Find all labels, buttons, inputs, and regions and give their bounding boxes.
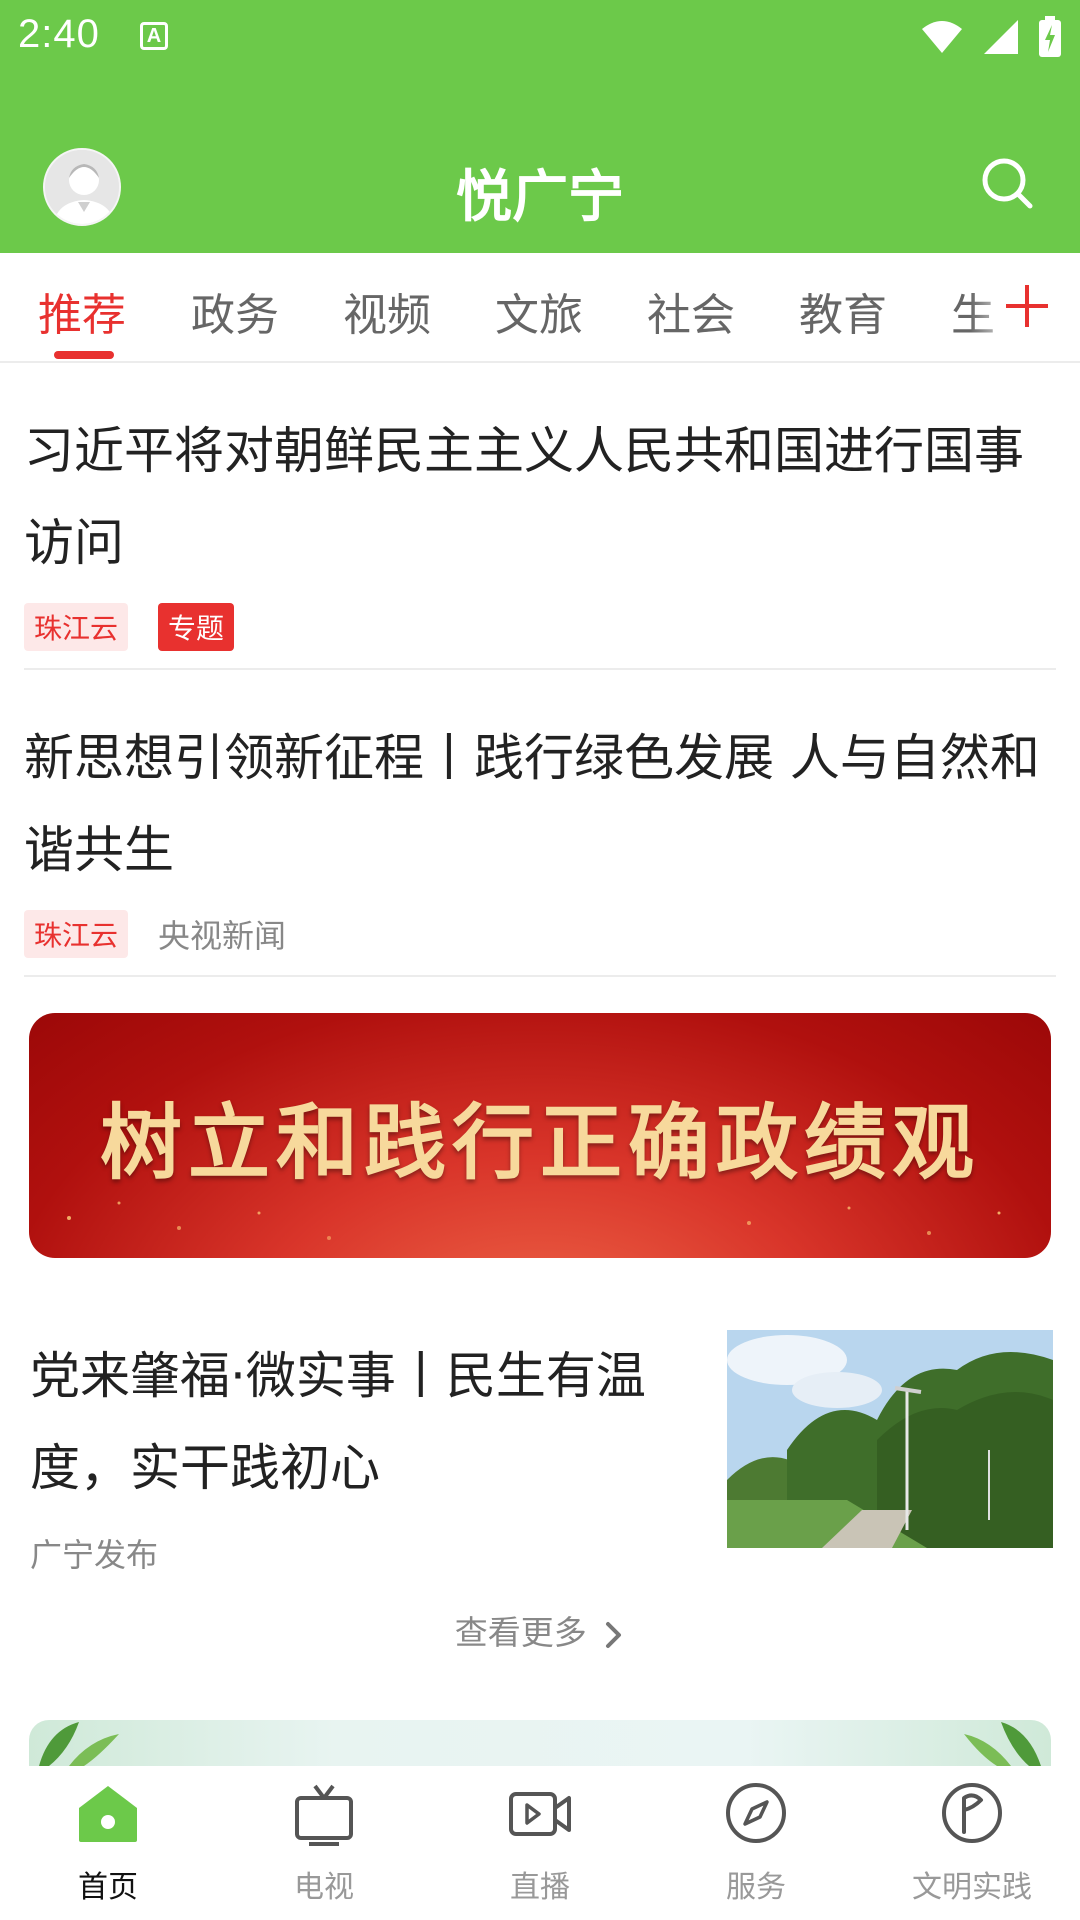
news-title: 新思想引领新征程丨践行绿色发展 人与自然和谐共生 [24,729,1040,879]
home-icon [79,1786,137,1842]
search-icon[interactable] [976,152,1040,216]
nav-label: 服务 [726,1870,786,1905]
view-more-label: 查看更多 [454,1613,587,1652]
news-meta: 珠江云 央视新闻 [24,910,1056,958]
nav-live[interactable]: 直播 [440,1778,640,1906]
nav-label: 直播 [510,1870,570,1905]
view-more-link[interactable]: 查看更多 [0,1606,1080,1654]
chevron-right-icon [606,1621,622,1648]
nav-label: 首页 [78,1870,138,1905]
news-meta: 珠江云 专题 [24,603,1056,651]
publisher: 广宁发布 [30,1536,159,1574]
app-title: 悦广宁 [456,165,624,230]
source-tag: 珠江云 [24,603,129,651]
nav-label: 文明实践 [912,1870,1032,1905]
nav-civilization-practice[interactable]: 文明实践 [872,1778,1072,1906]
signal-icon [984,20,1018,54]
tab-society[interactable]: 社会 [647,279,735,343]
publisher: 央视新闻 [158,917,287,955]
category-tabs: 推荐 政务 视频 文旅 社会 教育 生 [0,253,1080,363]
news-title: 习近平将对朝鲜民主主义人民共和国进行国事访问 [24,422,1024,572]
nav-tv[interactable]: 电视 [224,1778,424,1906]
nav-service[interactable]: 服务 [656,1778,856,1906]
live-video-icon [509,1792,571,1836]
news-title: 党来肇福·微实事丨民生有温度，实干践初心 [30,1347,646,1497]
status-time: 2:40 [18,12,100,56]
tab-culture-tourism[interactable]: 文旅 [495,279,583,343]
leaf-decoration [39,1722,1041,1766]
landscape-image [727,1330,1053,1548]
status-bar: 2:40 A [0,0,1080,75]
nav-label: 电视 [294,1870,354,1905]
flag-badge-icon [942,1783,1002,1843]
wifi-icon [922,21,962,53]
add-channel-icon[interactable] [998,277,1056,335]
special-tag: 专题 [158,603,235,651]
nav-home[interactable]: 首页 [8,1778,208,1906]
tab-education[interactable]: 教育 [799,279,887,343]
tv-icon [295,1784,353,1846]
tab-video[interactable]: 视频 [343,279,431,343]
tab-recommend[interactable]: 推荐 [38,279,126,343]
news-item[interactable]: 习近平将对朝鲜民主主义人民共和国进行国事访问 珠江云 专题 [24,405,1056,670]
active-tab-indicator [54,351,114,359]
title-bar: 悦广宁 [0,140,1080,240]
news-item[interactable]: 新思想引领新征程丨践行绿色发展 人与自然和谐共生 珠江云 央视新闻 [24,712,1056,977]
source-tag: 珠江云 [24,910,129,958]
news-thumbnail [727,1330,1053,1548]
app-header: 2:40 A 悦广宁 [0,0,1080,253]
image-news-item[interactable]: 党来肇福·微实事丨民生有温度，实干践初心 广宁发布 [24,1330,1056,1580]
banner-text: 树立和践行正确政绩观 [99,1095,980,1191]
status-icons [920,16,1062,58]
next-banner-peek[interactable] [29,1720,1051,1766]
notification-icon: A [140,22,168,50]
compass-icon [726,1783,786,1843]
battery-icon [1039,16,1061,57]
tab-government[interactable]: 政务 [191,279,279,343]
promo-banner[interactable]: 树立和践行正确政绩观 [29,1013,1051,1258]
bottom-navigation: 首页 电视 直播 服务 文明实践 [0,1766,1080,1920]
